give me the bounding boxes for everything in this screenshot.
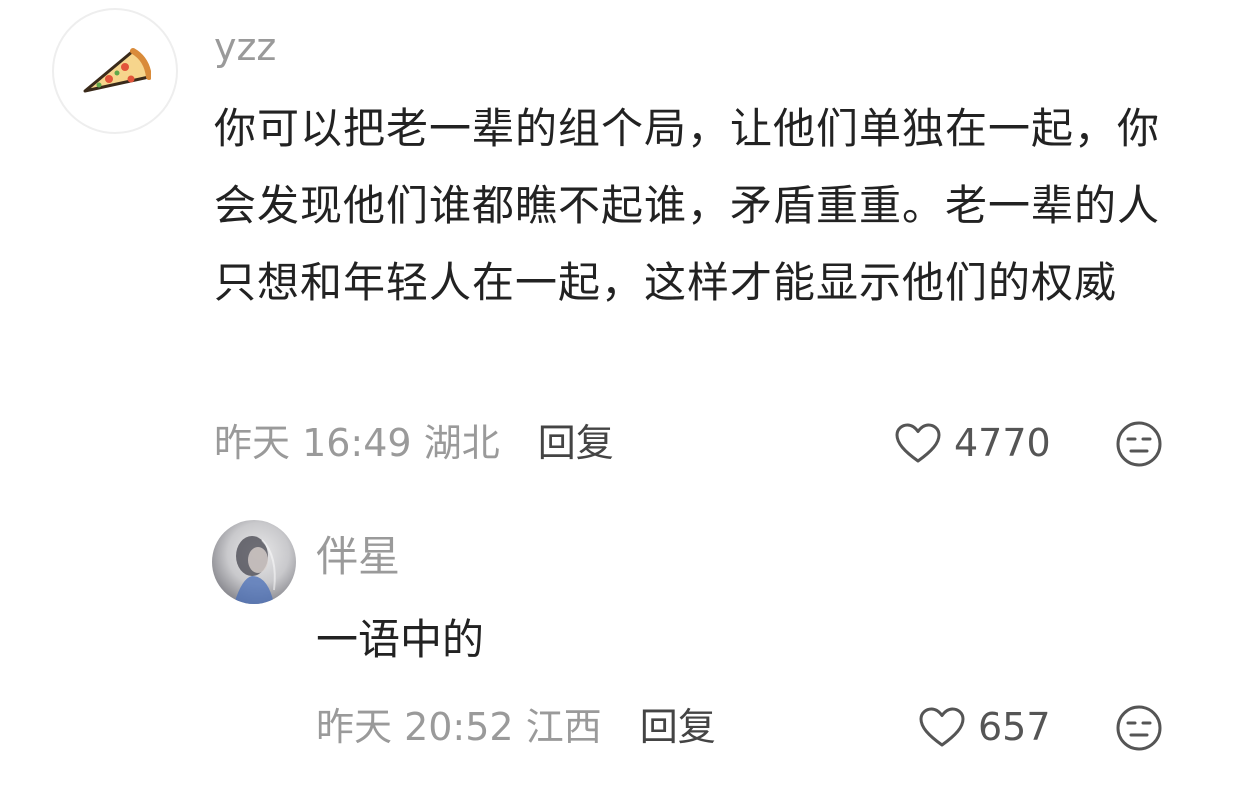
heart-icon — [919, 707, 965, 747]
avatar[interactable] — [212, 520, 296, 604]
comment-username[interactable]: yzz — [214, 22, 276, 72]
like-count: 657 — [978, 705, 1051, 749]
emoji-icon[interactable] — [1115, 704, 1163, 752]
comment-content: 你可以把老一辈的组个局，让他们单独在一起，你会发现他们谁都瞧不起谁，矛盾重重。老… — [214, 104, 1161, 307]
reply-content: 一语中的 — [316, 615, 485, 664]
reply-button[interactable]: 回复 — [640, 705, 716, 749]
comment-location: 湖北 — [423, 421, 500, 465]
avatar-image — [234, 536, 276, 604]
like-count: 4770 — [954, 421, 1051, 465]
reply-meta: 昨天 20:52 江西 回复 — [316, 702, 716, 752]
reply-username[interactable]: 伴星 — [316, 532, 400, 582]
like-button[interactable]: 4770 — [894, 418, 1051, 468]
comment-time: 昨天 16:49 — [214, 421, 412, 465]
reply-location: 江西 — [525, 705, 602, 749]
emoji-icon[interactable] — [1115, 420, 1163, 468]
pizza-icon — [83, 48, 151, 93]
comment-meta: 昨天 16:49 湖北 回复 — [214, 418, 614, 468]
reply-time: 昨天 20:52 — [316, 705, 514, 749]
avatar[interactable] — [52, 8, 178, 134]
like-button[interactable]: 657 — [918, 702, 1051, 752]
heart-icon — [895, 423, 941, 463]
reply-button[interactable]: 回复 — [538, 421, 614, 465]
